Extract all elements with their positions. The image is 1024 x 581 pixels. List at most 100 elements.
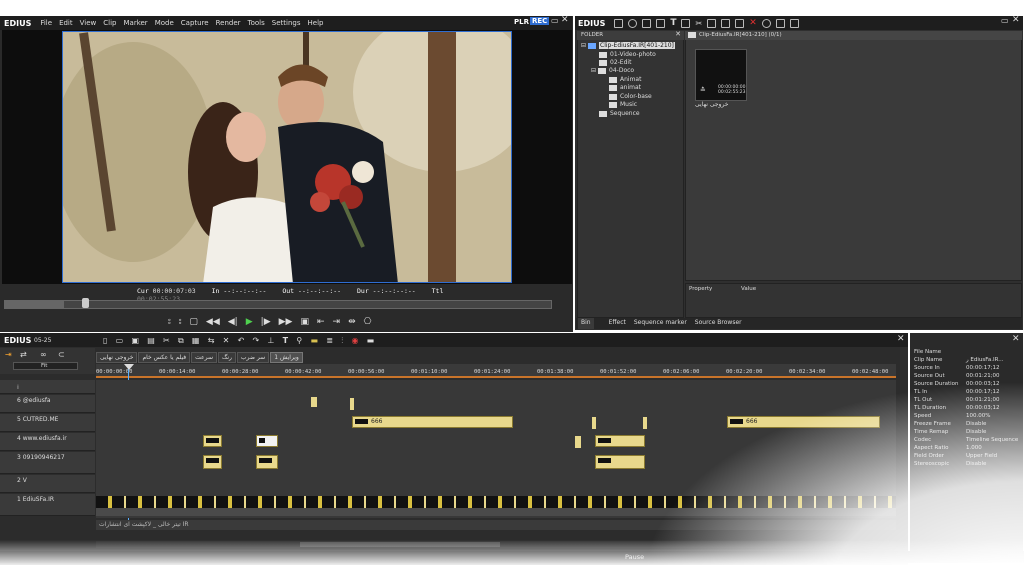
tree-item[interactable]: Color-base [609, 93, 652, 100]
timeline-scroll-thumb[interactable] [300, 542, 500, 547]
folder-icon[interactable] [614, 18, 624, 28]
match-frame-button[interactable]: ⇹ [348, 317, 356, 327]
copy-icon[interactable] [707, 18, 717, 28]
clip[interactable] [595, 435, 645, 447]
track-header[interactable]: 1 EdiuSFa.IR [0, 494, 95, 516]
seq-tab[interactable]: فیلم یا عکس خام [138, 352, 191, 363]
save-icon[interactable]: ▣ [131, 336, 139, 345]
up-icon[interactable] [642, 18, 652, 28]
tree-item[interactable]: Sequence [599, 110, 640, 117]
stop-button[interactable]: ▢ [189, 317, 198, 327]
step-back-button[interactable]: ◀| [228, 317, 238, 327]
audio-track-strip[interactable] [96, 508, 896, 516]
set-in-button[interactable]: ⦂ [168, 317, 171, 327]
group-icon[interactable]: ⊂ [58, 350, 65, 359]
tree-item[interactable]: 02-Edit [599, 59, 631, 66]
menu-edit[interactable]: Edit [59, 19, 73, 27]
clip-marker[interactable] [311, 397, 317, 407]
clip-marker[interactable] [592, 417, 596, 429]
step-forward-button[interactable]: |▶ [261, 317, 271, 327]
seq-tab[interactable]: سر ضرب [236, 352, 270, 363]
fast-forward-button[interactable]: ▶▶ [279, 317, 293, 327]
track-header[interactable]: ⁞ [0, 380, 95, 394]
tree-item[interactable]: ⊟ Clip-EdiusFa.IR[401-210] [581, 42, 675, 49]
title-icon[interactable]: T [670, 18, 676, 28]
playhead-handle[interactable] [124, 364, 134, 370]
clip-thumbnail[interactable]: ≛ 00:00:00:00 00:02:55:23 [695, 49, 747, 101]
cut-icon[interactable]: ✂ [163, 336, 170, 345]
text-track[interactable]: تیتر خالی _ لاکپشت ای انتشارات IR [96, 520, 896, 530]
cut-icon[interactable]: ✂ [695, 19, 702, 28]
redo-icon[interactable]: ↷ [253, 336, 260, 345]
loop-button[interactable]: ▣ [300, 317, 309, 327]
options-icon[interactable]: ▬ [367, 336, 375, 345]
clip[interactable]: 666 [352, 416, 513, 428]
track-header[interactable]: 5 CUTRED.ME [0, 414, 95, 432]
tab-source-browser[interactable]: Source Browser [692, 318, 745, 329]
scrub-mini[interactable] [4, 301, 64, 308]
scrub-handle[interactable] [82, 298, 89, 308]
clip[interactable] [595, 455, 645, 469]
plr-label[interactable]: PLR [514, 18, 529, 26]
clip[interactable] [203, 435, 222, 447]
insert-button[interactable]: ⇤ [317, 317, 325, 327]
tree-item[interactable]: Animat [609, 76, 641, 83]
paste-icon[interactable] [721, 18, 731, 28]
clip-marker[interactable] [575, 436, 581, 448]
set-out-button[interactable]: ⦂ [179, 317, 182, 327]
properties-close-icon[interactable]: ✕ [1012, 334, 1020, 344]
export-button[interactable]: ⎔ [364, 317, 372, 327]
track-header[interactable]: 2 V [0, 475, 95, 493]
close-icon[interactable]: ✕ [561, 15, 569, 25]
seq-tab[interactable]: رنگ [217, 352, 236, 363]
rec-label[interactable]: REC [530, 17, 550, 25]
new-sequence-icon[interactable]: ▯ [103, 336, 107, 345]
audio-mixer-icon[interactable]: ⫶ [341, 336, 343, 346]
menu-settings[interactable]: Settings [272, 19, 301, 27]
search-icon[interactable] [628, 18, 638, 28]
seq-tab[interactable]: سرعت [191, 352, 217, 363]
clip[interactable] [256, 455, 278, 469]
tab-sequence-marker[interactable]: Sequence marker [631, 318, 690, 329]
snap-icon[interactable]: ⊥ [267, 336, 274, 345]
tab-effect[interactable]: Effect [606, 318, 629, 329]
bin-close-icon[interactable]: ✕ [1012, 15, 1020, 25]
min-icon[interactable]: ▭ [551, 16, 559, 25]
menu-help[interactable]: Help [308, 19, 324, 27]
mic-icon[interactable]: ⚲ [296, 336, 302, 345]
delete-icon[interactable]: ✕ [749, 18, 757, 28]
menu-file[interactable]: File [40, 19, 52, 27]
menu-marker[interactable]: Marker [123, 19, 147, 27]
tree-item[interactable]: ⊟ 04-Doco [591, 67, 634, 74]
clip[interactable]: 666 [727, 416, 880, 428]
clip-marker[interactable] [350, 398, 354, 410]
mode-icon[interactable]: ⇥ [5, 350, 12, 359]
mixer-icon[interactable]: ≣ [326, 336, 333, 345]
sync-icon[interactable]: ⇄ [20, 350, 27, 359]
track-header[interactable]: 4 www.ediusfa.ir [0, 433, 95, 451]
menu-clip[interactable]: Clip [103, 19, 116, 27]
folder-pane-close-icon[interactable]: ✕ [675, 30, 681, 38]
render-icon[interactable]: ▬ [310, 336, 318, 345]
properties-icon[interactable] [761, 18, 771, 28]
tree-item[interactable]: Music [609, 101, 637, 108]
menu-capture[interactable]: Capture [181, 19, 209, 27]
track-header[interactable]: 6 @ediusfa [0, 395, 95, 413]
paste-icon[interactable]: ▦ [192, 336, 200, 345]
overwrite-button[interactable]: ⇥ [333, 317, 341, 327]
bin-min-icon[interactable]: ▭ [1001, 16, 1009, 25]
ripple-icon[interactable]: ⇆ [208, 336, 215, 345]
menu-view[interactable]: View [80, 19, 97, 27]
track-header[interactable]: 3 09190946217 [0, 452, 95, 474]
add-to-timeline-icon[interactable] [735, 18, 745, 28]
rewind-button[interactable]: ◀◀ [206, 317, 220, 327]
clip[interactable] [256, 435, 278, 447]
open-folder-icon[interactable] [656, 18, 666, 28]
seq-tab[interactable]: خروجی نهایی [96, 352, 138, 363]
copy-icon[interactable]: ⧉ [178, 336, 184, 346]
seq-tab[interactable]: ویرایش 1 [270, 352, 303, 363]
capture-icon[interactable] [681, 18, 691, 28]
tab-bin[interactable]: Bin [578, 318, 594, 329]
timeline-close-icon[interactable]: ✕ [897, 334, 905, 344]
menu-mode[interactable]: Mode [155, 19, 174, 27]
